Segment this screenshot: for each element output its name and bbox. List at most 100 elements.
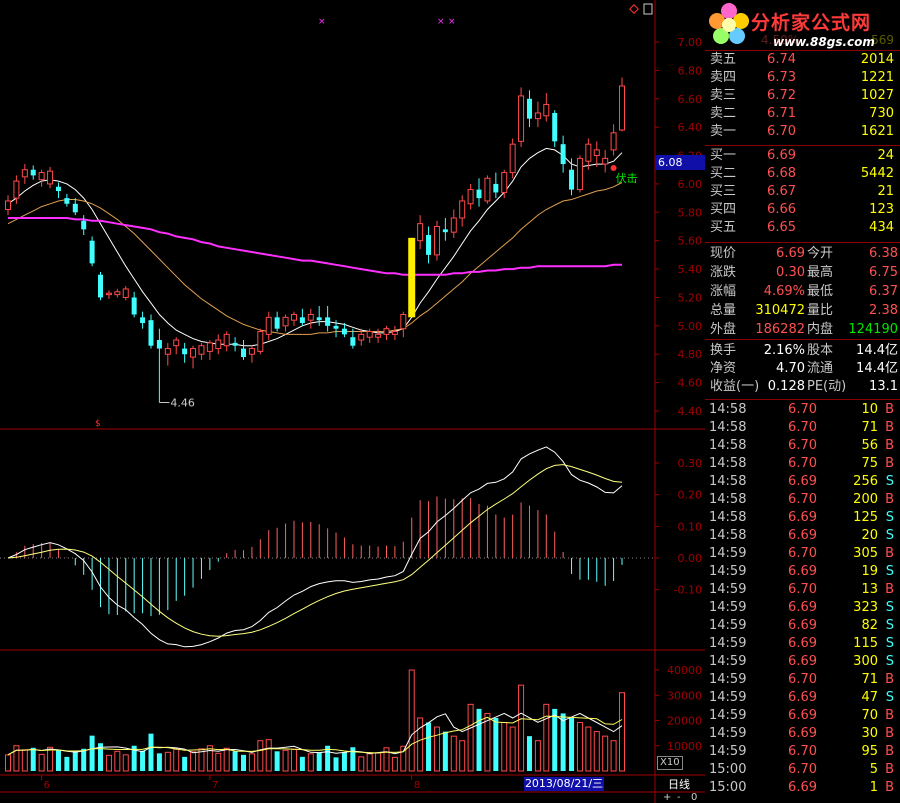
volume-bar xyxy=(241,754,247,771)
volume-bar xyxy=(156,753,162,771)
marker-x-icon: × xyxy=(318,17,326,27)
order-price: 6.72 xyxy=(767,88,796,103)
candle-body xyxy=(13,180,20,199)
sell-order-row: 卖五 6.74 2014 xyxy=(705,51,900,69)
volume-bar xyxy=(333,757,339,771)
volume-bar xyxy=(552,708,558,771)
zoom-controls[interactable]: + - 0 xyxy=(655,792,705,803)
tick-row: 14:59 6.69 19 S xyxy=(705,563,900,581)
candle-body xyxy=(274,317,280,329)
volume-bar xyxy=(122,754,129,772)
tick-side: S xyxy=(885,474,894,489)
quote-sidebar: 分析家公式网 www.88gs.com 4.50% 569 卖五 6.74 2014… xyxy=(705,0,900,803)
candle-body xyxy=(391,331,398,335)
volume-bar xyxy=(569,717,575,771)
order-volume: 1621 xyxy=(860,124,894,139)
tick-row: 14:59 6.69 30 B xyxy=(705,725,900,743)
candle-body xyxy=(182,348,188,355)
candle-body xyxy=(140,317,146,324)
order-label: 卖二 xyxy=(710,106,737,121)
tick-row: 15:00 6.70 5 B xyxy=(705,761,900,779)
volume-bar xyxy=(543,703,550,772)
volume-bar xyxy=(610,740,617,772)
divider xyxy=(705,339,900,340)
order-price: 6.70 xyxy=(767,124,796,139)
tick-row: 14:59 6.70 305 B xyxy=(705,545,900,563)
volume-bar xyxy=(509,726,516,772)
fundamental-label: 收益(一) xyxy=(710,379,760,394)
tick-side: B xyxy=(885,726,894,741)
site-logo: 分析家公式网 www.88gs.com 4.50% 569 xyxy=(705,0,900,50)
candle-body xyxy=(375,333,382,338)
tick-time: 14:58 xyxy=(709,438,747,453)
candle-body xyxy=(198,345,205,355)
tick-price: 6.70 xyxy=(788,456,817,471)
candle-body xyxy=(232,342,238,346)
price-tick-label: 4.60 xyxy=(678,377,703,390)
quote-label: 最高 xyxy=(807,265,834,280)
candle-body xyxy=(484,177,491,202)
tick-price: 6.69 xyxy=(788,510,817,525)
order-price: 6.74 xyxy=(767,52,796,67)
zoom-in-button[interactable]: + xyxy=(663,792,671,803)
tick-price: 6.69 xyxy=(788,654,817,669)
divider xyxy=(705,399,900,400)
tick-price: 6.70 xyxy=(788,582,817,597)
candle-body xyxy=(206,342,213,352)
tick-time: 14:59 xyxy=(709,744,747,759)
tick-time: 14:59 xyxy=(709,618,747,633)
zoom-reset-button[interactable]: 0 xyxy=(691,792,697,803)
zoom-out-button[interactable]: - xyxy=(677,792,681,803)
tick-side: B xyxy=(885,492,894,507)
divider xyxy=(705,50,900,51)
volume-bar xyxy=(55,750,61,771)
candle-body xyxy=(417,223,424,242)
month-tick-label: 8 xyxy=(414,780,420,791)
order-price: 6.73 xyxy=(767,70,796,85)
candle-body xyxy=(383,328,390,335)
quote-label: 内盘 xyxy=(807,322,834,337)
quote-value: 310472 xyxy=(755,303,805,318)
kline-chart[interactable]: 7.006.806.606.406.206.005.805.605.405.20… xyxy=(0,0,705,803)
candle-body xyxy=(164,348,171,355)
candle-body xyxy=(21,169,28,178)
kline-chart-area[interactable]: 7.006.806.606.406.206.005.805.605.405.20… xyxy=(0,0,705,803)
order-label: 买五 xyxy=(710,220,737,235)
volume-scale-label: X10 xyxy=(657,756,683,770)
candle-body xyxy=(450,217,457,233)
candle-body xyxy=(316,317,322,321)
tick-volume: 13 xyxy=(861,582,878,597)
month-tick-label: 6 xyxy=(44,780,50,791)
tick-volume: 56 xyxy=(861,438,878,453)
volume-tick-label: 30000 xyxy=(667,689,702,702)
candle-body xyxy=(248,348,255,355)
candle-body xyxy=(467,189,474,205)
low-annotation: 4.46 xyxy=(170,396,195,409)
fundamental-label: 净资 xyxy=(710,361,737,376)
quote-label: 总量 xyxy=(710,303,737,318)
tick-price: 6.69 xyxy=(788,528,817,543)
tick-row: 14:58 6.70 200 B xyxy=(705,491,900,509)
tick-time: 14:59 xyxy=(709,672,747,687)
fundamental-label: 流通 xyxy=(807,361,834,376)
candle-body xyxy=(282,316,289,327)
fundamental-value: 13.1 xyxy=(869,379,898,394)
tick-volume: 82 xyxy=(861,618,878,633)
order-volume: 1027 xyxy=(860,88,894,103)
tick-volume: 95 xyxy=(861,744,878,759)
candle-body xyxy=(526,98,532,119)
quote-label: 最低 xyxy=(807,284,834,299)
volume-bar xyxy=(290,748,297,772)
panel-toggle-icon xyxy=(643,3,653,15)
order-price: 6.68 xyxy=(767,166,796,181)
order-volume: 2014 xyxy=(860,52,894,67)
candle-body xyxy=(501,172,508,193)
candle-body xyxy=(299,317,305,324)
volume-bar xyxy=(619,692,625,772)
period-label[interactable]: 日线 xyxy=(668,776,690,792)
candle-body xyxy=(576,157,583,191)
macd-tick-label: 0.10 xyxy=(678,520,703,533)
price-tick-label: 5.60 xyxy=(678,235,703,248)
header-partial-left: 4.50% xyxy=(761,33,800,47)
candle-body xyxy=(55,186,61,192)
